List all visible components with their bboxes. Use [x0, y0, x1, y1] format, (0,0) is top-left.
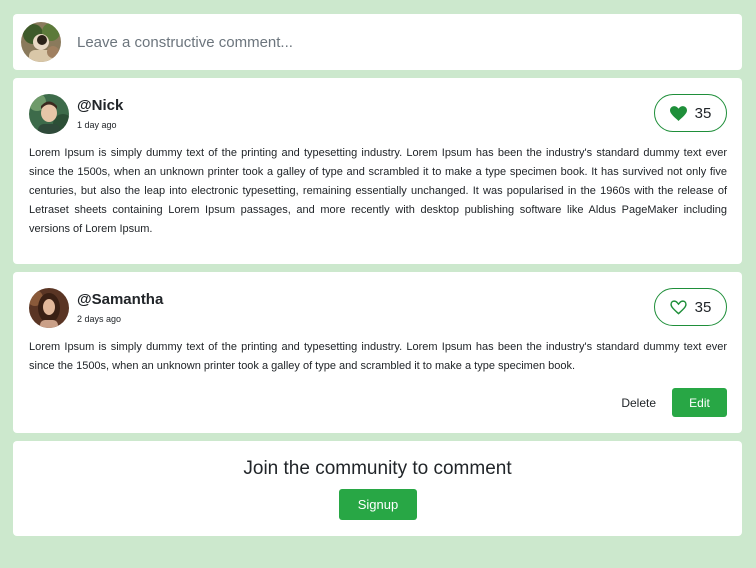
- avatar-photo-icon: [21, 22, 61, 62]
- delete-button[interactable]: Delete: [619, 396, 658, 410]
- like-count: 35: [694, 104, 712, 122]
- comment-timestamp: 2 days ago: [77, 314, 122, 324]
- edit-button[interactable]: Edit: [672, 388, 727, 417]
- join-community-card: Join the community to comment Signup: [13, 441, 742, 536]
- like-count: 35: [694, 298, 712, 316]
- comment-compose-box: [13, 14, 742, 70]
- comment-actions: Delete Edit: [619, 388, 727, 417]
- comment-card: @Nick 1 day ago 35 Lorem Ipsum is simply…: [13, 78, 742, 264]
- comment-text: Lorem Ipsum is simply dummy text of the …: [29, 341, 727, 372]
- samantha-avatar-icon: [29, 288, 69, 328]
- comment-username[interactable]: @Nick: [77, 97, 123, 114]
- commenter-avatar[interactable]: [29, 94, 69, 134]
- heart-filled-icon: [669, 105, 687, 121]
- join-title: Join the community to comment: [243, 458, 512, 479]
- comment-text: Lorem Ipsum is simply dummy text of the …: [29, 147, 727, 235]
- signup-button[interactable]: Signup: [339, 489, 417, 520]
- comment-header: @Nick 1 day ago 35: [29, 78, 727, 138]
- nick-avatar-icon: [29, 94, 69, 134]
- like-button[interactable]: 35: [654, 94, 727, 132]
- commenter-avatar[interactable]: [29, 288, 69, 328]
- comment-username[interactable]: @Samantha: [77, 291, 163, 308]
- comment-header: @Samantha 2 days ago 35: [29, 272, 727, 332]
- comment-card: @Samantha 2 days ago 35 Lorem Ipsum is s…: [13, 272, 742, 433]
- comment-input[interactable]: [77, 33, 677, 51]
- current-user-avatar: [21, 22, 61, 62]
- heart-outline-icon: [670, 299, 687, 315]
- like-button[interactable]: 35: [654, 288, 727, 326]
- comment-timestamp: 1 day ago: [77, 120, 117, 130]
